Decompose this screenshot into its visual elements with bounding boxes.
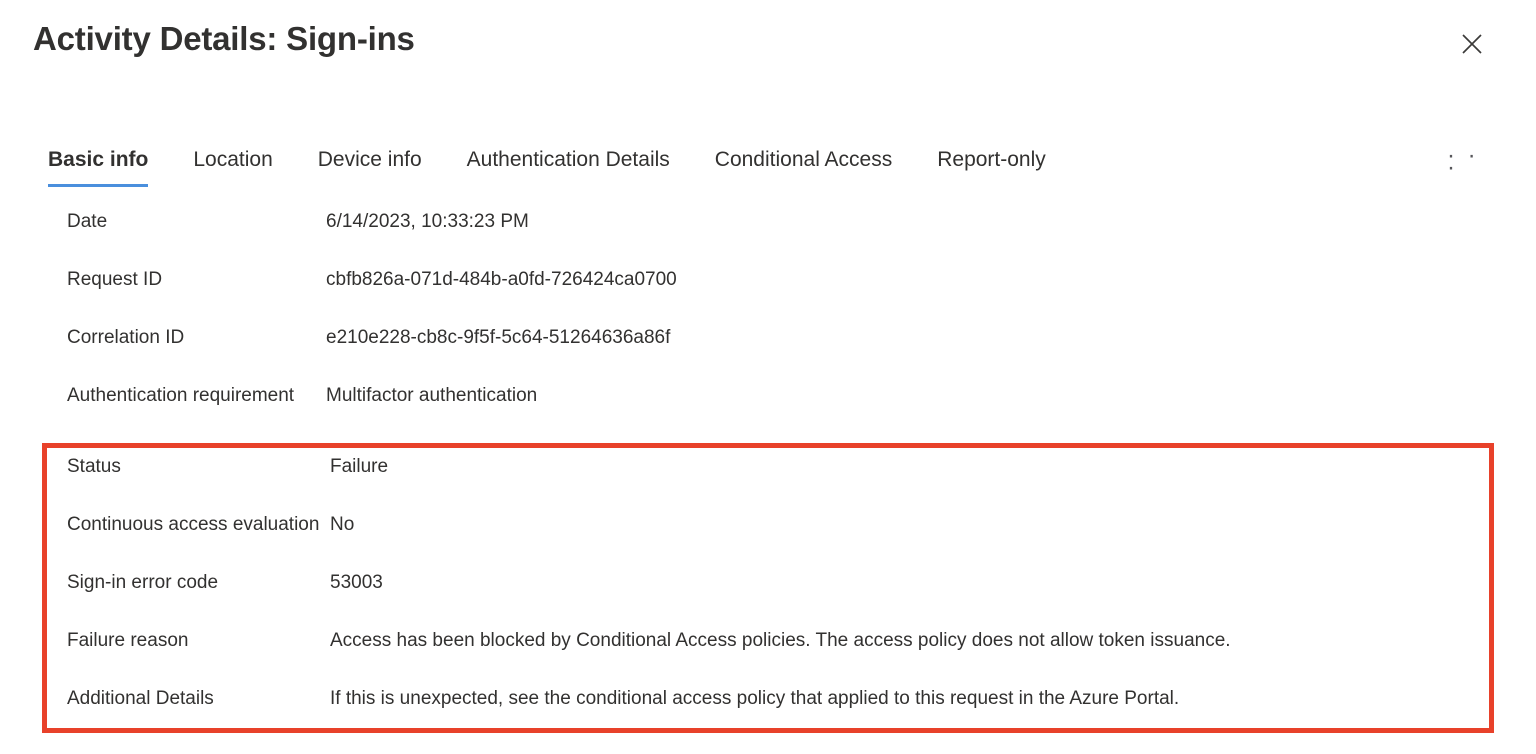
tab-label: Device info — [317, 148, 422, 171]
row-label-date: Date — [67, 211, 108, 232]
tab-conditional-access[interactable]: Conditional Access — [715, 145, 892, 187]
row-label-additional-details: Additional Details — [67, 688, 214, 709]
tab-authentication-details[interactable]: Authentication Details — [467, 145, 670, 187]
row-label-sign-in-error-code: Sign-in error code — [67, 572, 219, 593]
tab-label: Conditional Access — [714, 148, 893, 171]
close-icon — [1461, 33, 1483, 55]
table-row: Correlation ID e210e228-cb8c-9f5f-5c64-5… — [0, 323, 1536, 381]
table-row: Failure reason Access has been blocked b… — [0, 626, 1536, 684]
row-label-request-id: Request ID — [67, 269, 163, 290]
table-row: Sign-in error code 53003 — [0, 568, 1536, 626]
row-value-sign-in-error-code: 53003 — [330, 572, 383, 593]
tab-bar: Basic info Location Device info Authenti… — [0, 144, 1536, 193]
tab-label: Report-only — [937, 148, 1046, 171]
table-row: Continuous access evaluation No — [0, 510, 1536, 568]
close-button[interactable] — [1452, 24, 1492, 64]
page-title: Activity Details: Sign-ins — [33, 20, 415, 57]
row-value-authentication-requirement: Multifactor authentication — [326, 385, 538, 406]
activity-details-panel: Activity Details: Sign-ins Basic info Lo… — [0, 0, 1536, 754]
row-value-request-id: cbfb826a-071d-484b-a0fd-726424ca0700 — [326, 269, 677, 290]
details-basic-section: Date 6/14/2023, 10:33:23 PM Request ID c… — [0, 207, 1536, 439]
table-row: Additional Details If this is unexpected… — [0, 684, 1536, 742]
table-row: Authentication requirement Multifactor a… — [0, 381, 1536, 439]
tab-label: Location — [193, 148, 273, 171]
tab-location[interactable]: Location — [193, 145, 272, 187]
row-label-continuous-access-evaluation: Continuous access evaluation — [67, 514, 320, 535]
table-row: Request ID cbfb826a-071d-484b-a0fd-72642… — [0, 265, 1536, 323]
tab-device-info[interactable]: Device info — [318, 145, 422, 187]
tab-label: Basic info — [48, 148, 149, 171]
row-label-authentication-requirement: Authentication requirement — [67, 385, 295, 406]
row-label-failure-reason: Failure reason — [67, 630, 189, 651]
row-value-continuous-access-evaluation: No — [330, 514, 355, 535]
row-value-correlation-id: e210e228-cb8c-9f5f-5c64-51264636a86f — [326, 327, 671, 348]
row-value-additional-details: If this is unexpected, see the condition… — [330, 688, 1180, 709]
more-options-icon[interactable]: · · · — [1447, 144, 1493, 180]
tab-label: Authentication Details — [466, 148, 670, 171]
status-badge: Failure — [330, 456, 389, 477]
table-row: Status Failure — [0, 452, 1536, 510]
row-value-date: 6/14/2023, 10:33:23 PM — [326, 211, 529, 232]
table-row: Date 6/14/2023, 10:33:23 PM — [0, 207, 1536, 265]
tab-report-only[interactable]: Report-only — [937, 145, 1046, 187]
tab-basic-info[interactable]: Basic info — [48, 145, 149, 187]
row-value-failure-reason: Access has been blocked by Conditional A… — [330, 630, 1231, 651]
row-label-status: Status — [67, 456, 121, 477]
details-status-section: Status Failure Continuous access evaluat… — [0, 452, 1536, 742]
tab-list: Basic info Location Device info Authenti… — [48, 145, 1046, 187]
row-label-correlation-id: Correlation ID — [67, 327, 185, 348]
panel-header: Activity Details: Sign-ins — [0, 0, 1536, 100]
